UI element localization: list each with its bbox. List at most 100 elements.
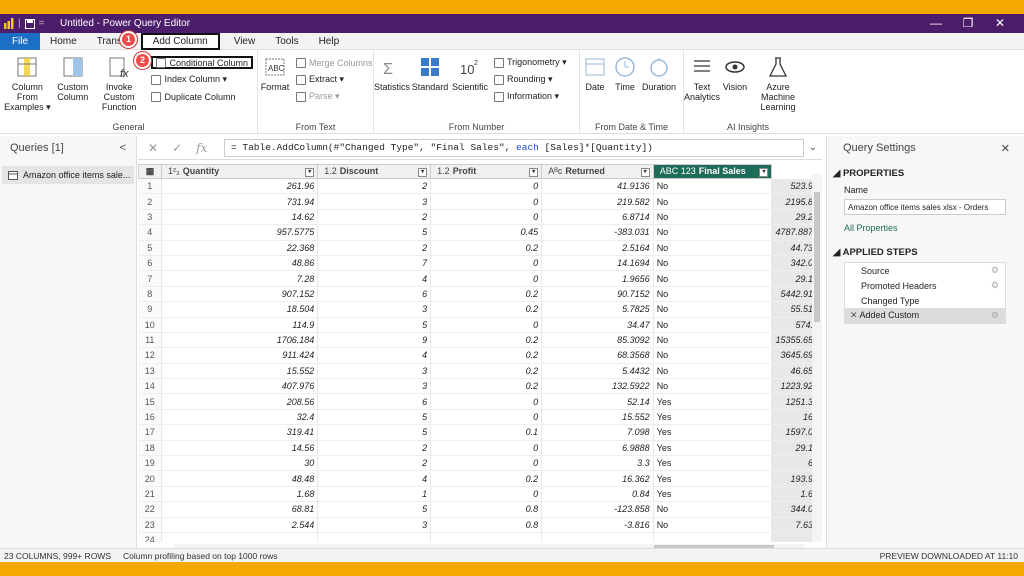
table-cell[interactable]: Yes: [653, 470, 773, 487]
duplicate-column-button[interactable]: Duplicate Column: [151, 90, 253, 103]
table-cell[interactable]: 731.94: [161, 193, 319, 210]
time-button[interactable]: Time: [610, 56, 640, 92]
expand-formula-icon[interactable]: ⌄: [804, 142, 822, 153]
cancel-icon[interactable]: ✕: [148, 141, 158, 155]
table-cell[interactable]: 0: [430, 455, 543, 472]
tab-help[interactable]: Help: [309, 33, 350, 50]
text-analytics-button[interactable]: Text Analytics: [684, 56, 720, 102]
row-number[interactable]: 1: [138, 178, 163, 195]
table-row[interactable]: 4 957.5775 5 0.45 -383.031 No 4787.8875: [138, 224, 822, 241]
maximize-button[interactable]: ❐: [952, 14, 984, 33]
table-cell[interactable]: [653, 532, 773, 542]
table-cell[interactable]: Yes: [653, 409, 773, 426]
tab-home[interactable]: Home: [40, 33, 87, 50]
close-pane-icon[interactable]: ✕: [1001, 142, 1010, 155]
row-number[interactable]: 12: [138, 347, 163, 364]
save-icon[interactable]: [24, 18, 35, 29]
table-cell[interactable]: 0.2: [430, 240, 543, 256]
table-cell[interactable]: 4: [317, 347, 432, 364]
row-number[interactable]: 4: [138, 224, 163, 241]
table-cell[interactable]: 5: [317, 424, 432, 441]
row-number[interactable]: 16: [138, 409, 163, 426]
table-cell[interactable]: 5.4432: [541, 363, 654, 380]
all-properties-link[interactable]: All Properties: [827, 215, 1024, 233]
column-header[interactable]: Aᴮc Returned ▾: [541, 164, 654, 179]
table-cell[interactable]: 0: [430, 270, 543, 287]
table-cell[interactable]: 0.2: [430, 286, 543, 303]
step-item-selected[interactable]: ✕ Added Custom ⚙: [845, 308, 1005, 323]
vision-button[interactable]: Vision: [720, 56, 750, 92]
table-cell[interactable]: 0.2: [430, 363, 543, 380]
row-number[interactable]: 11: [138, 332, 163, 349]
table-cell[interactable]: No: [653, 255, 773, 272]
row-number[interactable]: 19: [138, 455, 163, 472]
table-cell[interactable]: 2: [317, 209, 432, 226]
table-row[interactable]: 3 14.62 2 0 6.8714 No 29.24: [138, 209, 822, 226]
table-cell[interactable]: 68.81: [161, 501, 319, 518]
table-cell[interactable]: No: [653, 178, 773, 195]
table-cell[interactable]: 407.976: [161, 378, 319, 395]
table-row[interactable]: 24: [138, 532, 822, 542]
table-cell[interactable]: 5.7825: [541, 301, 654, 318]
table-cell[interactable]: No: [653, 209, 773, 226]
filter-dropdown-icon[interactable]: ▾: [640, 168, 650, 177]
tab-file[interactable]: File: [0, 32, 40, 50]
table-cell[interactable]: [317, 532, 432, 542]
table-cell[interactable]: 219.582: [541, 193, 654, 210]
table-cell[interactable]: 4: [317, 270, 432, 287]
table-row[interactable]: 10 114.9 5 0 34.47 No 574.5: [138, 317, 822, 333]
table-cell[interactable]: No: [653, 224, 773, 241]
type-icon[interactable]: Aᴮc: [548, 166, 562, 176]
table-row[interactable]: 9 18.504 3 0.2 5.7825 No 55.512: [138, 301, 822, 318]
table-cell[interactable]: No: [653, 270, 773, 287]
table-row[interactable]: 23 2.544 3 0.8 -3.816 No 7.632: [138, 517, 822, 533]
table-cell[interactable]: 1.68: [161, 486, 319, 503]
table-cell[interactable]: 261.96: [161, 178, 319, 195]
gear-icon[interactable]: ⚙: [991, 280, 999, 291]
tab-add-column[interactable]: Add Column: [140, 32, 220, 50]
table-cell[interactable]: 0.1: [430, 424, 543, 441]
row-number[interactable]: 3: [138, 209, 163, 226]
table-row[interactable]: 12 911.424 4 0.2 68.3568 No 3645.696: [138, 347, 822, 364]
query-name-input[interactable]: Amazon office items sales xlsx - Orders: [844, 199, 1006, 215]
table-cell[interactable]: 2: [317, 440, 432, 457]
row-number[interactable]: 24: [138, 532, 163, 542]
table-cell[interactable]: -3.816: [541, 517, 654, 533]
table-row[interactable]: 17 319.41 5 0.1 7.098 Yes 1597.05: [138, 424, 822, 441]
table-cell[interactable]: No: [653, 317, 773, 333]
type-icon[interactable]: 1.2: [324, 166, 337, 176]
table-cell[interactable]: No: [653, 193, 773, 210]
table-cell[interactable]: 0: [430, 486, 543, 503]
tab-tools[interactable]: Tools: [265, 33, 308, 50]
table-cell[interactable]: No: [653, 286, 773, 303]
row-number[interactable]: 2: [138, 193, 163, 210]
properties-section[interactable]: ◢ PROPERTIES: [827, 160, 1024, 179]
table-cell[interactable]: 6.9888: [541, 440, 654, 457]
table-cell[interactable]: 5: [317, 317, 432, 333]
table-cell[interactable]: No: [653, 332, 773, 349]
table-cell[interactable]: 0: [430, 193, 543, 210]
query-item[interactable]: Amazon office items sale...: [2, 166, 134, 184]
table-cell[interactable]: 0.2: [430, 301, 543, 318]
applied-steps-section[interactable]: ◢ APPLIED STEPS: [827, 233, 1024, 258]
table-row[interactable]: 21 1.68 1 0 0.84 Yes 1.68: [138, 486, 822, 503]
table-cell[interactable]: 48.86: [161, 255, 319, 272]
row-number[interactable]: 13: [138, 363, 163, 380]
table-cell[interactable]: 3: [317, 517, 432, 533]
parse-button[interactable]: Parse ▾: [296, 90, 373, 103]
filter-dropdown-icon[interactable]: ▾: [305, 168, 315, 177]
merge-columns-button[interactable]: Merge Columns: [296, 56, 373, 69]
column-header[interactable]: ABC 123 Final Sales ▾: [652, 164, 773, 179]
table-cell[interactable]: Yes: [653, 424, 773, 441]
table-menu-icon[interactable]: ▦: [138, 164, 163, 179]
table-cell[interactable]: 911.424: [161, 347, 319, 364]
table-cell[interactable]: 15.552: [161, 363, 319, 380]
table-cell[interactable]: 0: [430, 178, 543, 195]
fx-icon[interactable]: fx: [196, 141, 207, 155]
table-cell[interactable]: 1706.184: [161, 332, 319, 349]
filter-dropdown-icon[interactable]: ▾: [418, 168, 428, 177]
rounding-button[interactable]: Rounding ▾: [494, 73, 567, 86]
table-cell[interactable]: 957.5775: [161, 224, 319, 241]
table-cell[interactable]: 15.552: [541, 409, 654, 426]
table-cell[interactable]: 114.9: [161, 317, 319, 333]
